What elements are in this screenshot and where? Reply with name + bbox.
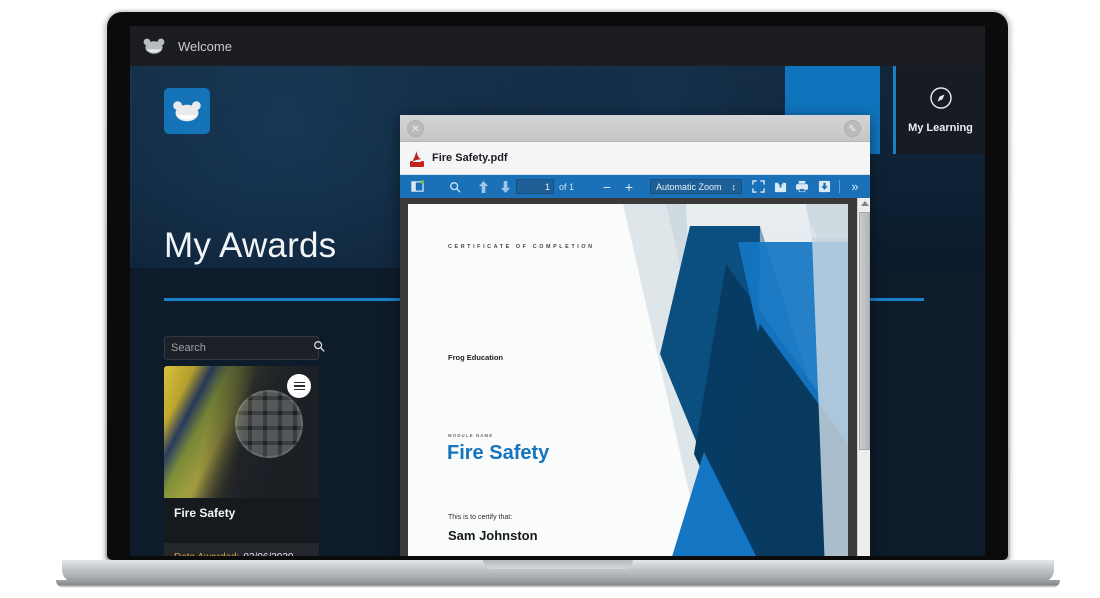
laptop-foot [56, 580, 1060, 588]
zoom-in-button[interactable]: + [618, 175, 640, 198]
modal-title-bar: ✕ ✎ [400, 115, 870, 142]
chevron-double-right-icon[interactable]: » [844, 175, 866, 198]
frog-logo-icon [142, 38, 166, 54]
compass-icon [929, 86, 953, 115]
certificate-module-name: Fire Safety [447, 442, 550, 464]
scroll-up-arrow-icon[interactable] [861, 201, 869, 206]
zoom-out-button[interactable]: − [596, 175, 618, 198]
screenshot-root: Welcome My Learning My Awards Search Fir… [0, 0, 1100, 598]
certificate-certify-line: This is to certify that: [448, 514, 513, 521]
pdf-modal-window: ✕ ✎ Fire Safety.pdf 1 of 1 − + Automatic… [400, 115, 870, 556]
award-card-image [164, 366, 319, 498]
pdf-page: CERTIFICATE OF COMPLETION Frog Education… [408, 204, 848, 556]
zoom-level-select[interactable]: Automatic Zoom ↕ [650, 179, 743, 194]
pdf-file-icon [410, 149, 424, 167]
award-card-title: Fire Safety [174, 506, 236, 520]
welcome-label: Welcome [178, 38, 232, 54]
award-card-date-row: Date Awarded: 03/06/2020 [164, 543, 319, 556]
page-total-label: of 1 [559, 181, 575, 192]
award-date-value: 03/06/2020 [243, 552, 293, 557]
page-title: My Awards [164, 226, 337, 265]
modal-filename: Fire Safety.pdf [432, 152, 508, 164]
globe-icon [235, 390, 303, 458]
pdf-scrollbar[interactable] [857, 198, 870, 556]
open-file-icon[interactable] [769, 175, 791, 198]
certificate-artwork [408, 204, 848, 556]
pencil-edit-icon[interactable]: ✎ [844, 120, 861, 137]
pdf-toolbar-right-group: » [747, 175, 870, 198]
app-title-bar: Welcome [130, 26, 985, 66]
laptop-base [62, 560, 1054, 582]
chevron-down-icon: ↕ [731, 181, 737, 192]
hamburger-menu-icon[interactable] [287, 374, 311, 398]
certificate-organisation: Frog Education [448, 353, 503, 362]
arrow-up-icon[interactable] [472, 175, 494, 198]
download-icon[interactable] [813, 175, 835, 198]
search-input[interactable] [171, 342, 313, 354]
award-date-label: Date Awarded: [174, 552, 239, 557]
printer-icon[interactable] [791, 175, 813, 198]
pdf-toolbar: of 1 − + Automatic Zoom ↕ [400, 175, 870, 198]
pdf-scrollbar-thumb[interactable] [859, 212, 870, 450]
page-number-input[interactable] [516, 179, 554, 194]
arrow-down-icon[interactable] [494, 175, 516, 198]
find-icon[interactable] [444, 175, 466, 198]
toolbar-divider [839, 180, 840, 193]
certificate-eyebrow: CERTIFICATE OF COMPLETION [448, 244, 595, 250]
topnav-item-label: My Learning [908, 122, 973, 134]
topnav-item-my-learning[interactable]: My Learning [893, 66, 985, 154]
search-box[interactable] [164, 336, 325, 360]
close-icon[interactable]: ✕ [407, 120, 424, 137]
pdf-viewport: CERTIFICATE OF COMPLETION Frog Education… [400, 198, 870, 556]
award-card[interactable]: Fire Safety Date Awarded: 03/06/2020 [164, 366, 319, 556]
search-icon[interactable] [313, 339, 325, 357]
frog-brand-icon[interactable] [164, 88, 210, 134]
certificate-recipient: Sam Johnston [448, 528, 538, 543]
certificate-module-label: MODULE NAME [448, 433, 494, 438]
page-body: My Learning My Awards Search Fire Safety… [130, 66, 985, 556]
modal-file-bar: Fire Safety.pdf [400, 142, 870, 175]
sidebar-toggle-icon[interactable] [406, 175, 428, 198]
fullscreen-icon[interactable] [747, 175, 769, 198]
zoom-level-value: Automatic Zoom [656, 181, 722, 192]
laptop-screen: Welcome My Learning My Awards Search Fir… [130, 26, 985, 556]
